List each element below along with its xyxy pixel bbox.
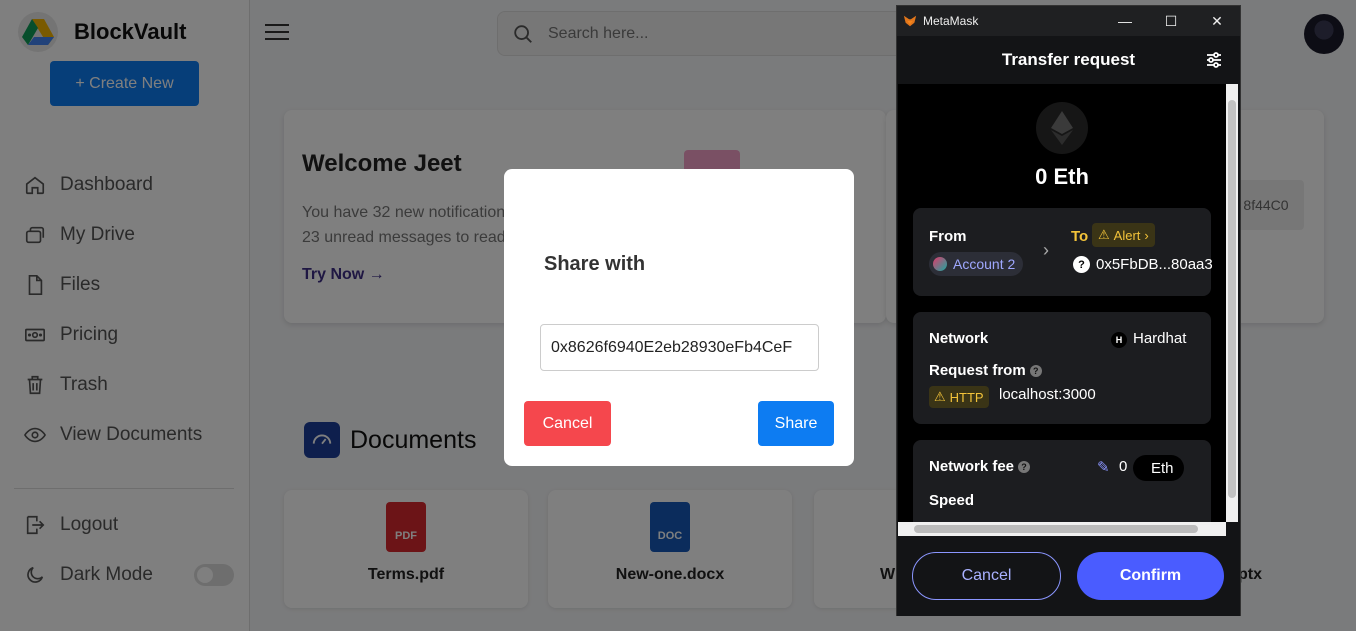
metamask-header: Transfer request xyxy=(897,36,1240,84)
close-icon[interactable]: ✕ xyxy=(1194,13,1240,30)
metamask-footer: Cancel Confirm xyxy=(897,536,1240,616)
chevron-right-icon: › xyxy=(1144,227,1149,243)
protocol-label: HTTP xyxy=(949,389,984,405)
account-avatar-icon xyxy=(933,257,947,271)
modal-title: Share with xyxy=(544,253,646,275)
fee-unit-pill: Eth xyxy=(1133,455,1184,481)
scrollbar-thumb[interactable] xyxy=(1228,100,1236,498)
warning-icon: ⚠ xyxy=(934,389,946,404)
metamask-body: 0 Eth From Account 2 › To ⚠ Alert › ? 0x… xyxy=(898,84,1226,522)
metamask-fox-icon xyxy=(903,15,917,27)
metamask-window: MetaMask — ☐ ✕ Transfer request 0 Eth Fr… xyxy=(896,5,1241,616)
metamask-cancel-button[interactable]: Cancel xyxy=(912,552,1061,600)
network-value: H Hardhat xyxy=(1111,330,1186,348)
fee-label: Network fee? xyxy=(929,458,1031,475)
window-controls: — ☐ ✕ xyxy=(1102,13,1240,30)
info-icon[interactable]: ? xyxy=(1018,461,1031,474)
minimize-icon[interactable]: — xyxy=(1102,13,1148,30)
cancel-button[interactable]: Cancel xyxy=(524,401,611,446)
to-address-value: 0x5FbDB...80aa3 xyxy=(1096,256,1213,273)
share-address-input[interactable] xyxy=(540,324,819,371)
from-account-pill[interactable]: Account 2 xyxy=(929,252,1024,276)
speed-label: Speed xyxy=(929,492,975,509)
chevron-right-icon: › xyxy=(1043,240,1049,260)
warning-icon: ⚠ xyxy=(1098,227,1110,242)
share-modal: Share with Cancel Share xyxy=(504,169,854,466)
vertical-scrollbar[interactable] xyxy=(1226,84,1238,522)
fee-section: Network fee? ✎ 0 Eth Speed xyxy=(913,440,1211,522)
alert-label: Alert xyxy=(1113,227,1141,243)
ethereum-icon xyxy=(1036,102,1088,154)
window-title: MetaMask xyxy=(923,14,979,28)
maximize-icon[interactable]: ☐ xyxy=(1148,13,1194,30)
network-name: Hardhat xyxy=(1133,330,1187,347)
sliders-icon[interactable] xyxy=(1204,50,1224,70)
window-titlebar: MetaMask — ☐ ✕ xyxy=(897,6,1240,36)
fee-value: 0 xyxy=(1119,458,1128,475)
from-label: From xyxy=(929,228,967,245)
metamask-title: Transfer request xyxy=(1001,50,1136,69)
request-origin: localhost:3000 xyxy=(999,386,1096,403)
scrollbar-thumb[interactable] xyxy=(914,525,1198,533)
fee-label-text: Network fee xyxy=(929,458,1015,475)
alert-badge[interactable]: ⚠ Alert › xyxy=(1092,223,1155,247)
network-section: Network H Hardhat Request from? ⚠ HTTP lo… xyxy=(913,312,1211,424)
network-label: Network xyxy=(929,330,989,347)
metamask-confirm-button[interactable]: Confirm xyxy=(1077,552,1224,600)
http-badge: ⚠ HTTP xyxy=(929,386,989,408)
horizontal-scrollbar[interactable] xyxy=(898,522,1226,536)
info-icon[interactable]: ? xyxy=(1029,365,1042,378)
from-to-section: From Account 2 › To ⚠ Alert › ? 0x5FbDB.… xyxy=(913,208,1213,296)
request-from-text: Request from xyxy=(929,362,1026,379)
request-from-label: Request from? xyxy=(929,362,1042,379)
from-account-name: Account 2 xyxy=(953,256,1016,272)
edit-fee-icon[interactable]: ✎ xyxy=(1097,458,1110,476)
share-button[interactable]: Share xyxy=(758,401,834,446)
unknown-address-icon: ? xyxy=(1073,256,1090,273)
to-label: To xyxy=(1071,228,1089,245)
network-badge-icon: H xyxy=(1111,332,1127,348)
transfer-amount: 0 Eth xyxy=(1035,164,1089,189)
to-address[interactable]: ? 0x5FbDB...80aa3 xyxy=(1073,256,1213,273)
